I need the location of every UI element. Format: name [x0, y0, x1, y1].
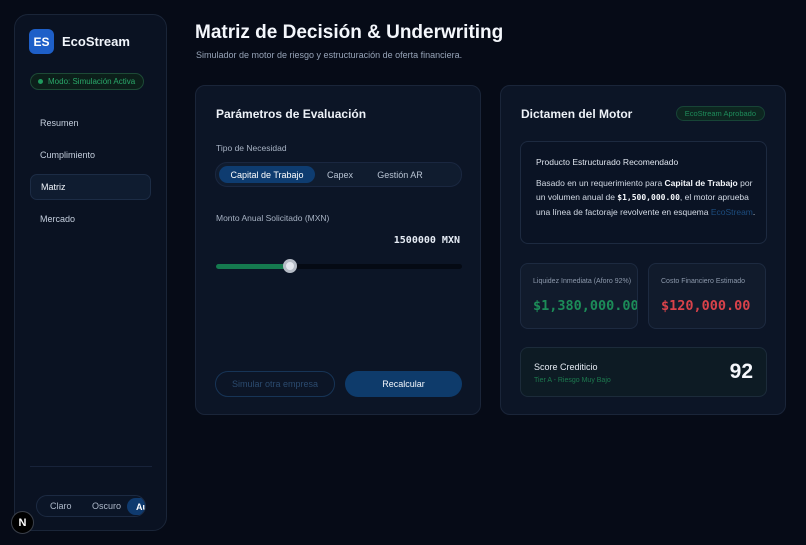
- product-amount: $1,500,000.00: [617, 193, 680, 202]
- simulate-company-button[interactable]: Simular otra empresa: [215, 371, 335, 397]
- status-dot-icon: [38, 79, 43, 84]
- nav-item-resumen[interactable]: Resumen: [30, 110, 151, 136]
- amount-value: 1500000 MXN: [393, 235, 460, 246]
- page-subtitle: Simulador de motor de riesgo y estructur…: [196, 50, 463, 60]
- nav-item-label: Matriz: [41, 182, 66, 192]
- liquidity-metric: Liquidez Inmediata (Aforo 92%) $1,380,00…: [520, 263, 638, 329]
- brand[interactable]: ES EcoStream: [29, 29, 130, 54]
- amount-slider-thumb[interactable]: [282, 259, 297, 273]
- nav-item-label: Mercado: [40, 214, 76, 224]
- framework-badge-icon[interactable]: N: [11, 511, 34, 534]
- financial-cost-metric: Costo Financiero Estimado $120,000.00: [648, 263, 766, 329]
- need-type-label: Tipo de Necesidad: [216, 143, 287, 153]
- params-card-title: Parámetros de Evaluación: [216, 107, 367, 121]
- financial-cost-value: $120,000.00: [661, 298, 751, 314]
- page-title: Matriz de Decisión & Underwriting: [195, 22, 504, 43]
- simulation-mode-badge: Modo: Simulación Activa: [30, 73, 145, 90]
- need-option-capital-trabajo[interactable]: Capital de Trabajo: [219, 166, 315, 183]
- amount-slider-fill: [216, 264, 290, 269]
- credit-score-label: Score Crediticio: [534, 362, 598, 372]
- theme-option-auto[interactable]: Auto: [127, 498, 145, 515]
- evaluation-params-card: Parámetros de Evaluación Tipo de Necesid…: [195, 85, 481, 415]
- product-scheme: EcoStream: [710, 207, 753, 217]
- credit-score-tier: Tier A - Riesgo Muy Bajo: [534, 377, 611, 384]
- product-need: Capital de Trabajo: [664, 178, 738, 188]
- engine-verdict-card: Dictamen del Motor EcoStream Aprobado Pr…: [500, 85, 786, 415]
- product-description: Basado en un requerimiento para Capital …: [536, 176, 758, 219]
- liquidity-label: Liquidez Inmediata (Aforo 92%): [533, 278, 632, 285]
- approval-status-badge: EcoStream Aprobado: [675, 106, 765, 121]
- product-text-segment: Basado en un requerimiento para: [536, 178, 665, 188]
- nav-item-cumplimiento[interactable]: Cumplimiento: [30, 142, 151, 168]
- recalculate-button[interactable]: Recalcular: [345, 371, 462, 397]
- need-option-capex[interactable]: Capex: [316, 166, 364, 183]
- verdict-card-title: Dictamen del Motor: [521, 107, 633, 121]
- credit-score-box: Score Crediticio Tier A - Riesgo Muy Baj…: [520, 347, 767, 397]
- nav-item-label: Resumen: [40, 118, 79, 128]
- nav-item-matriz[interactable]: Matriz: [30, 174, 151, 200]
- sidebar-divider: [30, 466, 152, 467]
- need-option-gestion-ar[interactable]: Gestión AR: [366, 166, 434, 183]
- mode-badge-label: Modo: Simulación Activa: [48, 77, 136, 86]
- amount-label: Monto Anual Solicitado (MXN): [216, 213, 330, 223]
- credit-score-value: 92: [729, 360, 753, 383]
- brand-name: EcoStream: [62, 34, 130, 49]
- nav-item-mercado[interactable]: Mercado: [30, 206, 151, 232]
- sidebar: ES EcoStream Modo: Simulación Activa Res…: [14, 14, 167, 531]
- financial-cost-label: Costo Financiero Estimado: [661, 278, 746, 285]
- brand-logo: ES: [29, 29, 54, 54]
- recommended-product-box: Producto Estructurado Recomendado Basado…: [520, 141, 767, 244]
- liquidity-value: $1,380,000.00: [533, 298, 638, 314]
- product-text-segment: .: [752, 207, 756, 217]
- nav-item-label: Cumplimiento: [40, 150, 96, 160]
- amount-slider[interactable]: [216, 259, 462, 273]
- theme-option-dark[interactable]: Oscuro: [92, 501, 121, 511]
- theme-switch: Claro Oscuro Auto: [36, 495, 146, 517]
- theme-option-light[interactable]: Claro: [50, 501, 72, 511]
- product-title: Producto Estructurado Recomendado: [536, 157, 679, 167]
- need-type-selector: Capital de Trabajo Capex Gestión AR: [215, 162, 462, 187]
